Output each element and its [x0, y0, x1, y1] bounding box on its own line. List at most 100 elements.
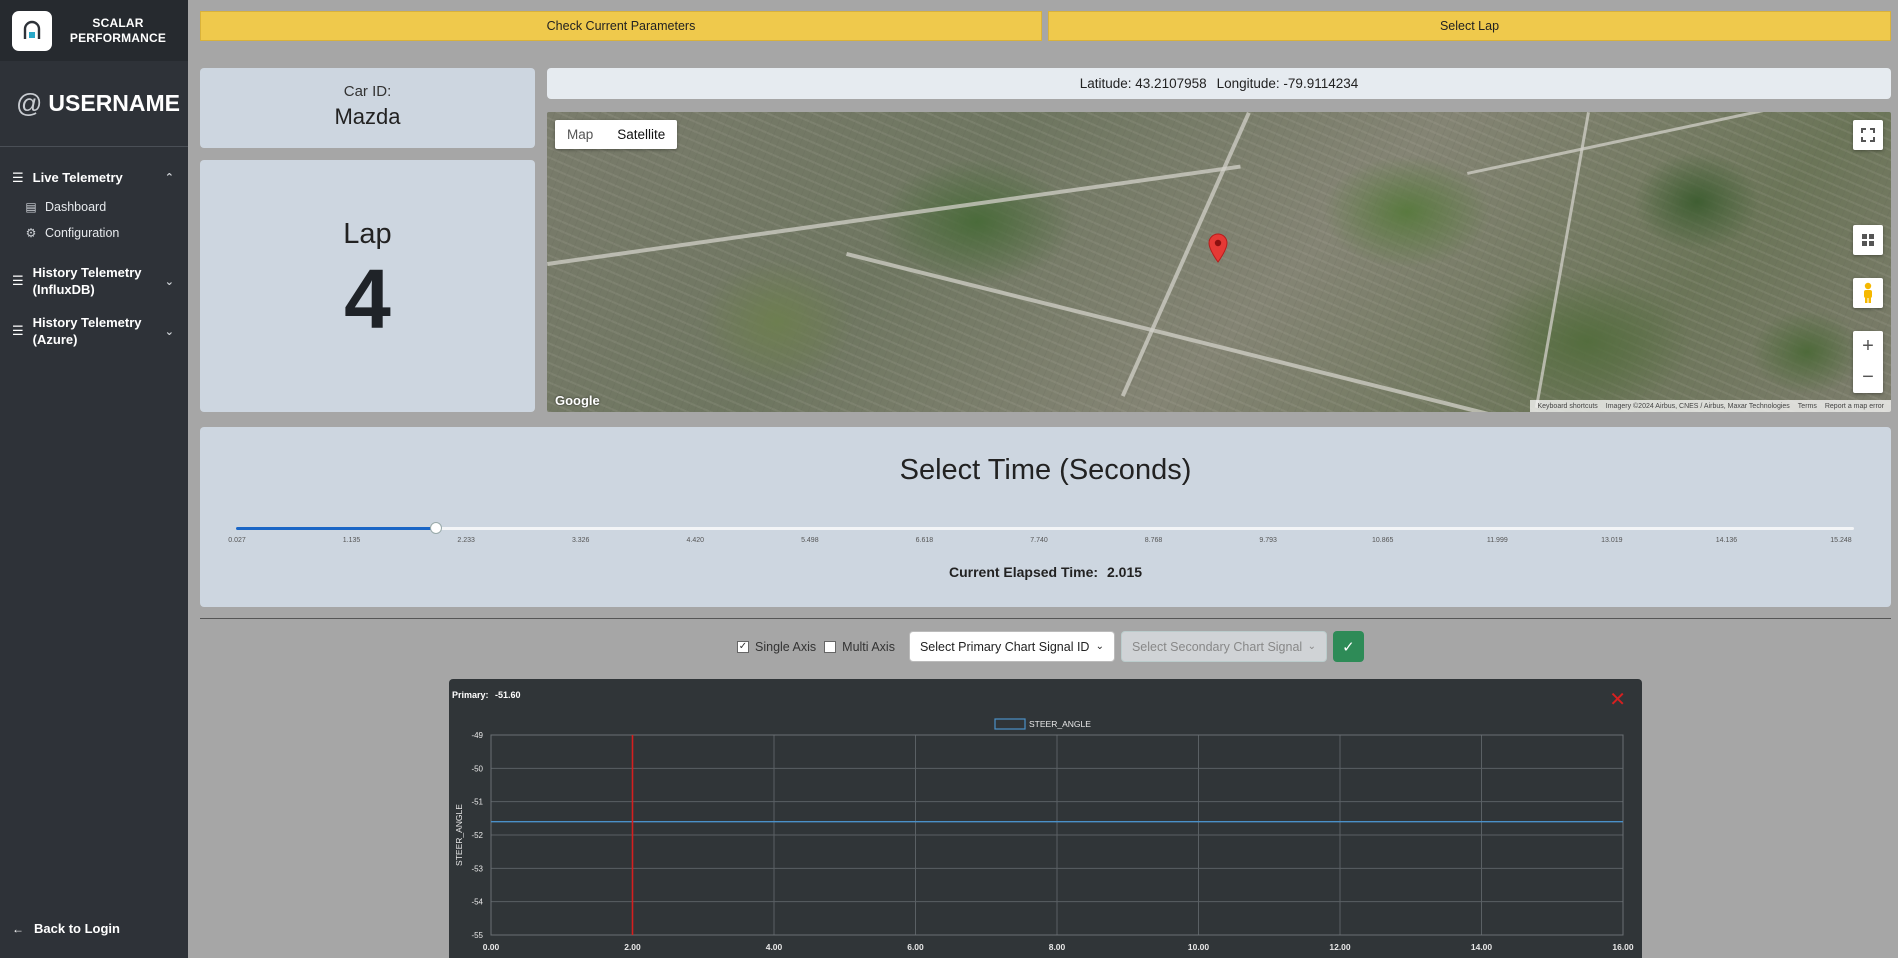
y-tick-label: -49 [471, 731, 483, 740]
back-to-login-link[interactable]: ← Back to Login [12, 921, 120, 936]
car-id-card: Car ID: Mazda [200, 68, 535, 148]
check-icon: ✓ [1342, 638, 1355, 656]
sidebar-item-live-telemetry[interactable]: ☰ Live Telemetry ⌃ [0, 161, 188, 194]
y-tick-label: -52 [471, 831, 483, 840]
map-type-toggle: Map Satellite [555, 120, 678, 149]
app-logo[interactable] [12, 10, 52, 51]
select-time-title: Select Time (Seconds) [899, 454, 1192, 486]
y-tick-label: -50 [471, 764, 483, 773]
y-tick-label: -53 [471, 864, 483, 873]
single-axis-checkbox[interactable]: ✓ [737, 640, 749, 653]
lap-number: 4 [344, 252, 391, 346]
x-tick-label: 14.00 [1471, 942, 1493, 952]
pegman-icon[interactable] [1853, 278, 1883, 308]
satellite-map[interactable]: Map Satellite + − Google Keyboard shortc… [547, 112, 1891, 412]
sidebar-item-label: History Telemetry (InfluxDB) [32, 265, 142, 297]
x-tick-label: 2.00 [624, 942, 641, 952]
slider-tick-label: 5.498 [801, 537, 819, 544]
sidebar-item-configuration[interactable]: ⚙ Configuration [0, 220, 188, 246]
section-divider [200, 618, 1891, 619]
fullscreen-icon[interactable] [1853, 120, 1883, 150]
multi-axis-checkbox[interactable] [824, 640, 837, 653]
y-tick-label: -54 [471, 898, 483, 907]
x-tick-label: 0.00 [483, 942, 500, 952]
sidebar-item-label: Live Telemetry [32, 170, 123, 185]
check-parameters-button[interactable]: Check Current Parameters [200, 11, 1042, 41]
slider-tick-label: 2.233 [457, 537, 475, 544]
map-road [547, 164, 1241, 266]
username: USERNAME [48, 90, 181, 116]
slider-tick-label: 0.027 [228, 537, 246, 544]
x-tick-label: 10.00 [1188, 942, 1210, 952]
zoom-out-button[interactable]: − [1853, 362, 1883, 393]
at-icon: @ [16, 88, 43, 118]
sidebar-item-label: Configuration [45, 226, 120, 240]
x-tick-label: 8.00 [1049, 942, 1066, 952]
x-tick-label: 12.00 [1329, 942, 1351, 952]
x-tick-label: 4.00 [766, 942, 783, 952]
chart-controls: ✓ Single Axis Multi Axis Select Primary … [737, 631, 1364, 662]
legend-label: STEER_ANGLE [1029, 719, 1091, 729]
back-to-login-label: Back to Login [34, 921, 120, 936]
zoom-in-button[interactable]: + [1853, 331, 1883, 362]
x-tick-label: 16.00 [1612, 942, 1634, 952]
slider-tick-label: 8.768 [1144, 537, 1163, 544]
slider-tick-label: 7.740 [1030, 537, 1048, 544]
primary-signal-select[interactable]: Select Primary Chart Signal ID ⌄ [908, 631, 1115, 662]
secondary-signal-placeholder: Select Secondary Chart Signal ID [1131, 639, 1304, 654]
user-header: @ USERNAME [0, 61, 188, 147]
apply-check-button[interactable]: ✓ [1332, 631, 1364, 662]
sidebar-item-history-influxdb[interactable]: ☰ History Telemetry (InfluxDB) ⌄ [0, 256, 188, 306]
brand-name-line1: SCALAR [92, 15, 144, 30]
car-id-label: Car ID: [343, 83, 392, 100]
x-tick-label: 6.00 [907, 942, 924, 952]
y-axis-label: STEER_ANGLE [454, 804, 464, 866]
y-tick-label: -51 [471, 798, 483, 807]
keyboard-shortcuts-link[interactable]: Keyboard shortcuts [1533, 403, 1601, 410]
tilt-grid-icon[interactable] [1853, 225, 1883, 255]
sidebar-nav: ☰ Live Telemetry ⌃ ▤ Dashboard ⚙ Configu… [0, 147, 188, 356]
sidebar-item-dashboard[interactable]: ▤ Dashboard [0, 194, 188, 220]
map-road [1120, 112, 1251, 397]
map-road [846, 252, 1527, 412]
secondary-signal-select[interactable]: Select Secondary Chart Signal ID ⌄ [1120, 631, 1327, 662]
coordinates-bar: Latitude: 43.2107958 Longitude: -79.9114… [547, 68, 1891, 99]
map-tab-map[interactable]: Map [555, 120, 605, 149]
chevron-down-icon: ⌄ [164, 325, 174, 338]
multi-axis-label: Multi Axis [842, 639, 895, 654]
arrow-left-icon: ← [12, 921, 24, 936]
slider-fill [236, 527, 436, 530]
slider-tick-label: 14.136 [1715, 537, 1738, 544]
legend-swatch [994, 718, 1026, 730]
terms-link[interactable]: Terms [1794, 403, 1821, 410]
longitude: Longitude: -79.9114234 [1216, 76, 1359, 91]
map-road [1467, 112, 1889, 175]
single-axis-label: Single Axis [755, 639, 817, 654]
slider-tick-label: 10.865 [1371, 537, 1394, 544]
imagery-credit: Imagery ©2024 Airbus, CNES / Airbus, Max… [1605, 402, 1790, 410]
lap-card: Lap 4 [200, 160, 535, 412]
menu-icon: ☰ [12, 169, 24, 185]
slider-tick-label: 3.326 [571, 537, 590, 544]
map-tab-satellite[interactable]: Satellite [605, 120, 677, 149]
telemetry-chart: Primary: -51.60 ✕ -49 -50 -51 -52 -53 -54 -55 0… [449, 679, 1642, 958]
time-slider[interactable] [236, 522, 1854, 534]
menu-icon: ☰ [12, 323, 24, 338]
gear-icon: ⚙ [25, 226, 37, 240]
sidebar-item-label: Dashboard [45, 200, 107, 214]
report-error-link[interactable]: Report a map error [1821, 403, 1888, 410]
chevron-down-icon: ⌄ [1307, 641, 1316, 652]
brand-name: SCALAR PERFORMANCE [52, 16, 188, 46]
brand: SCALAR PERFORMANCE [0, 0, 188, 61]
slider-tick-label: 15.248 [1830, 537, 1852, 544]
slider-thumb[interactable] [429, 522, 442, 534]
slider-tick-label: 6.618 [915, 537, 934, 544]
map-attribution: Keyboard shortcuts Imagery ©2024 Airbus,… [1530, 400, 1891, 412]
sidebar-item-history-azure[interactable]: ☰ History Telemetry (Azure) ⌄ [0, 306, 188, 356]
sidebar: SCALAR PERFORMANCE @ USERNAME ☰ Live Tel… [0, 0, 188, 958]
lap-label: Lap [343, 218, 392, 250]
location-marker-icon[interactable] [1208, 233, 1228, 263]
latitude: Latitude: 43.2107958 [1079, 76, 1207, 91]
sidebar-item-label: History Telemetry (Azure) [32, 315, 142, 347]
select-lap-button[interactable]: Select Lap [1048, 11, 1891, 41]
